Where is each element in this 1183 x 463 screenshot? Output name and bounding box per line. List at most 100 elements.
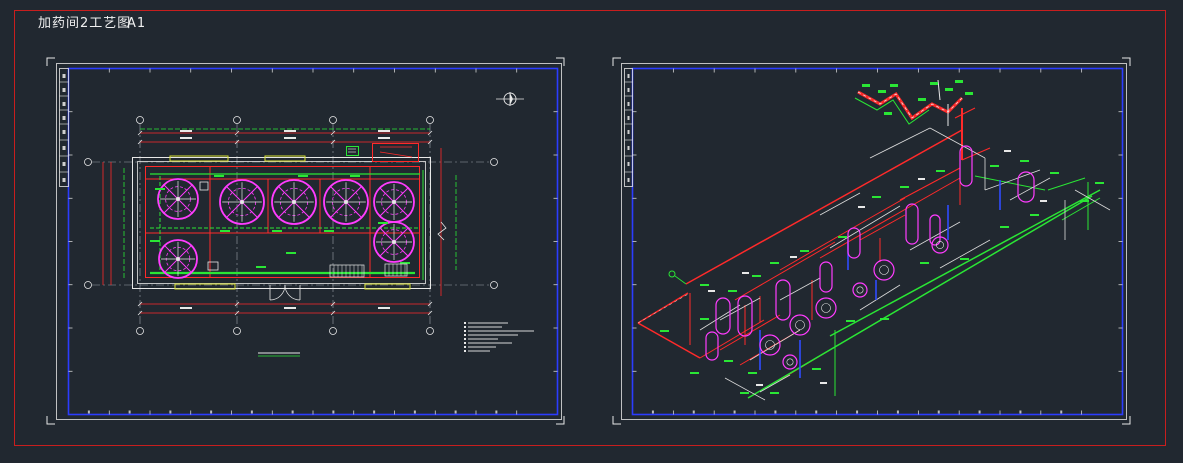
pipe-label-mark xyxy=(872,196,881,198)
grid-bubble xyxy=(329,116,337,124)
grating xyxy=(329,264,365,278)
pipe-label-mark xyxy=(890,84,898,87)
sheet-corner-marks xyxy=(612,57,1131,425)
note-bullet xyxy=(464,342,466,344)
pipe-label-mark xyxy=(918,98,926,101)
pipe-tag-mark xyxy=(708,290,715,292)
white-pipe xyxy=(699,304,741,331)
pipe-label-mark xyxy=(936,170,945,172)
tank-center xyxy=(176,257,180,261)
ruler-number-mark xyxy=(128,410,131,414)
title-strip-text-mark xyxy=(627,162,630,166)
view-point-icon xyxy=(668,270,676,278)
leader-line xyxy=(674,275,687,285)
sheet-trim-frame xyxy=(621,63,1127,420)
dosing-equipment xyxy=(905,203,919,245)
pump-impeller xyxy=(879,265,889,275)
pipe-label-mark xyxy=(724,360,733,362)
ruler-number-mark xyxy=(495,410,498,414)
grid-bubble xyxy=(136,327,144,335)
title-strip-frame xyxy=(624,68,633,187)
pipe-label-mark xyxy=(880,318,889,320)
dimension-text-mark xyxy=(180,137,192,139)
red-pipe xyxy=(379,151,413,158)
note-bullet xyxy=(464,346,466,348)
title-strip-frame xyxy=(59,68,69,187)
pump-impeller xyxy=(795,320,805,330)
ruler-number-mark xyxy=(1019,410,1022,414)
title-strip-text-mark xyxy=(627,116,630,120)
title-strip-text-mark xyxy=(62,146,66,150)
isometric-piping-drawing xyxy=(637,79,1111,401)
isometric-sheet[interactable] xyxy=(612,57,1131,425)
grating xyxy=(384,263,408,277)
ruler-number-mark xyxy=(373,410,376,414)
dosing-equipment xyxy=(705,331,719,361)
dosing-equipment xyxy=(847,227,861,259)
ruler-number-mark xyxy=(454,410,457,414)
ruler-number-mark xyxy=(774,410,777,414)
title-strip-text-mark xyxy=(627,146,630,150)
title-strip-text-mark xyxy=(62,130,66,134)
ruler-number-mark xyxy=(332,410,335,414)
pipe-label-mark xyxy=(812,368,821,370)
white-pipe xyxy=(937,79,941,101)
ruler-number-mark xyxy=(651,410,654,414)
plan-sheet[interactable] xyxy=(46,57,565,425)
metering-pump xyxy=(852,282,868,298)
pipe-tag-mark xyxy=(918,178,925,180)
ruler-number-mark xyxy=(978,410,981,414)
pipe-label-mark xyxy=(378,222,388,224)
metering-pump xyxy=(873,259,895,281)
note-bullet xyxy=(464,326,466,328)
cad-model-viewport[interactable]: 加药间2工艺图 A1 xyxy=(0,0,1183,463)
white-pipe xyxy=(819,192,861,216)
ruler-number-mark xyxy=(210,410,213,414)
title-strip-text-mark xyxy=(62,74,66,78)
red-pipe xyxy=(685,129,963,285)
green-pipe-riser xyxy=(854,97,930,125)
drawing-title: 加药间2工艺图 xyxy=(38,16,132,31)
pipe-label-mark xyxy=(1020,160,1029,162)
red-pipe xyxy=(859,214,906,241)
dimension-text-mark xyxy=(378,137,390,139)
pipe-label-mark xyxy=(752,275,761,277)
pipe-tag-mark xyxy=(1004,150,1011,152)
pipe-label-mark xyxy=(150,240,160,242)
pump-impeller xyxy=(856,286,864,294)
dimension-text-mark xyxy=(284,137,296,139)
north-arrow-pointer xyxy=(510,93,513,105)
pipe-tag-mark xyxy=(858,206,865,208)
grid-bubble xyxy=(490,158,498,166)
metering-pump xyxy=(789,314,811,336)
pipe-label-mark xyxy=(272,230,282,232)
ruler-number-mark xyxy=(291,410,294,414)
pipe-label-mark xyxy=(256,266,266,268)
red-pipe xyxy=(699,319,765,359)
pipe-label-mark xyxy=(878,90,886,93)
ruler-number-mark xyxy=(937,410,940,414)
pipe-tag-mark xyxy=(820,382,827,384)
dimension-text-mark xyxy=(378,130,390,132)
grid-bubble xyxy=(329,327,337,335)
drawing-canvas[interactable] xyxy=(0,0,1183,463)
pipe-label-mark xyxy=(770,392,779,394)
dosing-equipment xyxy=(819,261,833,293)
white-pipe xyxy=(724,377,766,401)
pipe-label-mark xyxy=(728,290,737,292)
sheet-corner-marks xyxy=(46,57,565,425)
grid-bubble xyxy=(426,116,434,124)
dimension-text-mark xyxy=(284,130,296,132)
break-line-symbol xyxy=(437,221,447,241)
pipe-label-mark xyxy=(955,80,963,83)
note-bullet xyxy=(464,330,466,332)
pipe-label-mark xyxy=(298,175,308,177)
pump-impeller xyxy=(821,303,831,313)
tank-center xyxy=(176,197,180,201)
pipe-label-mark xyxy=(965,92,973,95)
white-pipe xyxy=(719,297,761,321)
pipe-label-mark xyxy=(1030,214,1039,216)
white-pipe xyxy=(829,205,901,249)
ruler-number-mark xyxy=(87,410,90,414)
red-pipe xyxy=(637,322,701,359)
